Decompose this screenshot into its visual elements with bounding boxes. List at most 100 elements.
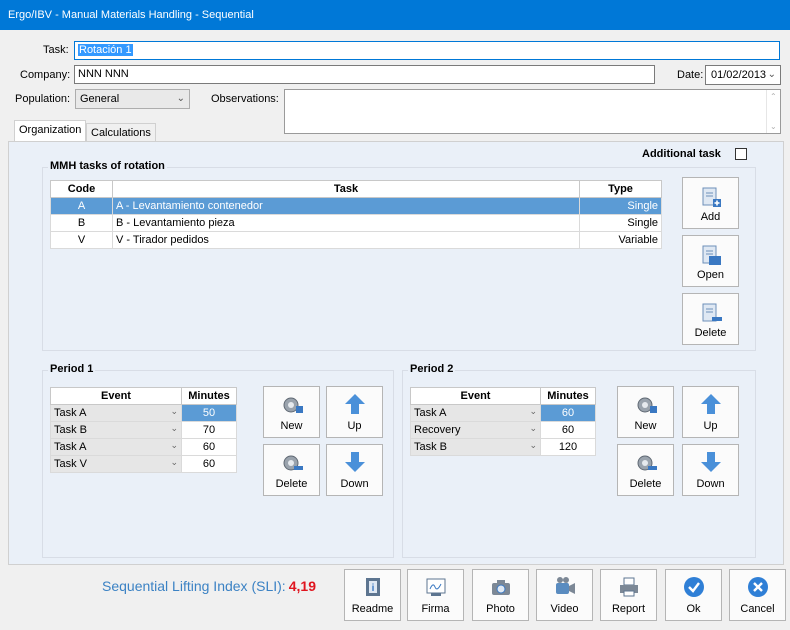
period2-delete-button[interactable]: Delete — [617, 444, 674, 496]
mmh-tasks-title: MMH tasks of rotation — [48, 160, 167, 172]
period1-up-button[interactable]: Up — [326, 386, 383, 438]
readme-label: Readme — [351, 603, 394, 615]
date-picker[interactable]: 01/02/2013 ⌄ — [705, 65, 781, 85]
period2-new-button[interactable]: New — [617, 386, 674, 438]
task-input-value: Rotación 1 — [78, 44, 133, 56]
period1-delete-button[interactable]: Delete — [263, 444, 320, 496]
new-event-icon — [637, 397, 657, 413]
task-input[interactable]: Rotación 1 — [74, 41, 780, 60]
minutes-cell[interactable]: 60 — [540, 421, 596, 439]
table-row[interactable]: V V - Tirador pedidos Variable — [50, 231, 662, 249]
sli-indicator: Sequential Lifting Index (SLI): 4,19 — [102, 578, 316, 594]
new-event-icon — [283, 397, 303, 413]
table-row[interactable]: Task A ⌄ 60 — [50, 438, 237, 456]
readme-icon: i — [365, 578, 380, 596]
observations-textarea[interactable]: ⌃ ⌄ — [284, 89, 781, 134]
cancel-button[interactable]: Cancel — [729, 569, 786, 621]
cell-type: Single — [579, 214, 662, 232]
period1-title: Period 1 — [48, 363, 96, 375]
chevron-down-icon: ⌄ — [176, 93, 185, 104]
period1-up-label: Up — [347, 420, 362, 432]
event-value: Task B — [414, 441, 448, 453]
event-select[interactable]: Task A ⌄ — [50, 404, 182, 422]
cell-task: V - Tirador pedidos — [112, 231, 580, 249]
camera-icon — [491, 580, 510, 595]
period1-new-label: New — [280, 420, 303, 432]
period2-down-label: Down — [696, 478, 725, 490]
table-row[interactable]: A A - Levantamiento contenedor Single — [50, 197, 662, 215]
minutes-cell[interactable]: 120 — [540, 438, 596, 456]
minutes-cell[interactable]: 50 — [181, 404, 237, 422]
period2-up-button[interactable]: Up — [682, 386, 739, 438]
scroll-up-icon[interactable]: ⌃ — [770, 92, 777, 101]
table-row[interactable]: Task A ⌄ 60 — [410, 404, 596, 422]
period2-table: Event Minutes Task A ⌄ 60 Recovery ⌄ 60 Ta… — [410, 387, 596, 456]
event-select[interactable]: Task V ⌄ — [50, 455, 182, 473]
event-select[interactable]: Task A ⌄ — [50, 438, 182, 456]
event-select[interactable]: Recovery ⌄ — [410, 421, 541, 439]
period2-title: Period 2 — [408, 363, 456, 375]
period1-down-button[interactable]: Down — [326, 444, 383, 496]
column-header-type: Type — [579, 180, 662, 198]
column-header-minutes: Minutes — [540, 387, 596, 405]
period1-down-label: Down — [340, 478, 369, 490]
add-task-button[interactable]: Add — [682, 177, 739, 229]
event-select[interactable]: Task A ⌄ — [410, 404, 541, 422]
event-value: Task A — [54, 441, 87, 453]
tab-organization[interactable]: Organization — [14, 120, 87, 142]
minutes-cell[interactable]: 60 — [181, 438, 237, 456]
period1-table: Event Minutes Task A ⌄ 50 Task B ⌄ 70 Task… — [50, 387, 237, 473]
photo-button[interactable]: Photo — [472, 569, 529, 621]
printer-icon — [619, 577, 638, 597]
tab-calculations[interactable]: Calculations — [86, 123, 156, 143]
arrow-up-icon — [700, 394, 721, 414]
population-label: Population: — [15, 93, 71, 105]
open-task-button[interactable]: Open — [682, 235, 739, 287]
chevron-down-icon: ⌄ — [170, 440, 178, 450]
period1-new-button[interactable]: New — [263, 386, 320, 438]
event-select[interactable]: Task B ⌄ — [50, 421, 182, 439]
delete-task-button[interactable]: Delete — [682, 293, 739, 345]
window-title: Ergo/IBV - Manual Materials Handling - S… — [0, 0, 790, 30]
population-select[interactable]: General ⌄ — [75, 89, 190, 109]
observations-label: Observations: — [211, 93, 279, 105]
column-header-minutes: Minutes — [181, 387, 237, 405]
video-button[interactable]: Video — [536, 569, 593, 621]
table-row[interactable]: Task B ⌄ 120 — [410, 438, 596, 456]
table-row[interactable]: Task A ⌄ 50 — [50, 404, 237, 422]
cancel-label: Cancel — [740, 603, 775, 615]
company-input[interactable]: NNN NNN — [74, 65, 655, 84]
cell-code: B — [50, 214, 113, 232]
scroll-down-icon[interactable]: ⌄ — [770, 122, 777, 131]
table-row[interactable]: Recovery ⌄ 60 — [410, 421, 596, 439]
firma-button[interactable]: Firma — [407, 569, 464, 621]
event-select[interactable]: Task B ⌄ — [410, 438, 541, 456]
add-task-label: Add — [700, 211, 721, 223]
ok-button[interactable]: Ok — [665, 569, 722, 621]
video-camera-icon — [555, 577, 575, 594]
company-label: Company: — [20, 69, 71, 81]
delete-event-icon — [283, 455, 303, 471]
minutes-cell[interactable]: 70 — [181, 421, 237, 439]
event-value: Task A — [54, 407, 87, 419]
sli-value: 4,19 — [288, 578, 316, 594]
delete-document-icon — [702, 303, 722, 322]
chevron-down-icon: ⌄ — [529, 423, 537, 433]
firma-label: Firma — [421, 603, 450, 615]
minutes-cell[interactable]: 60 — [181, 455, 237, 473]
report-button[interactable]: Report — [600, 569, 657, 621]
arrow-up-icon — [344, 394, 365, 414]
table-row[interactable]: B B - Levantamiento pieza Single — [50, 214, 662, 232]
cell-code: V — [50, 231, 113, 249]
table-row[interactable]: Task B ⌄ 70 — [50, 421, 237, 439]
chevron-down-icon: ⌄ — [170, 457, 178, 467]
additional-task-checkbox[interactable] — [735, 148, 747, 160]
period2-down-button[interactable]: Down — [682, 444, 739, 496]
observations-scrollbar[interactable]: ⌃ ⌄ — [766, 90, 780, 133]
minutes-cell[interactable]: 60 — [540, 404, 596, 422]
close-icon — [747, 577, 768, 597]
chevron-down-icon: ⌄ — [170, 423, 178, 433]
table-row[interactable]: Task V ⌄ 60 — [50, 455, 237, 473]
readme-button[interactable]: i Readme — [344, 569, 401, 621]
period2-new-label: New — [634, 420, 657, 432]
